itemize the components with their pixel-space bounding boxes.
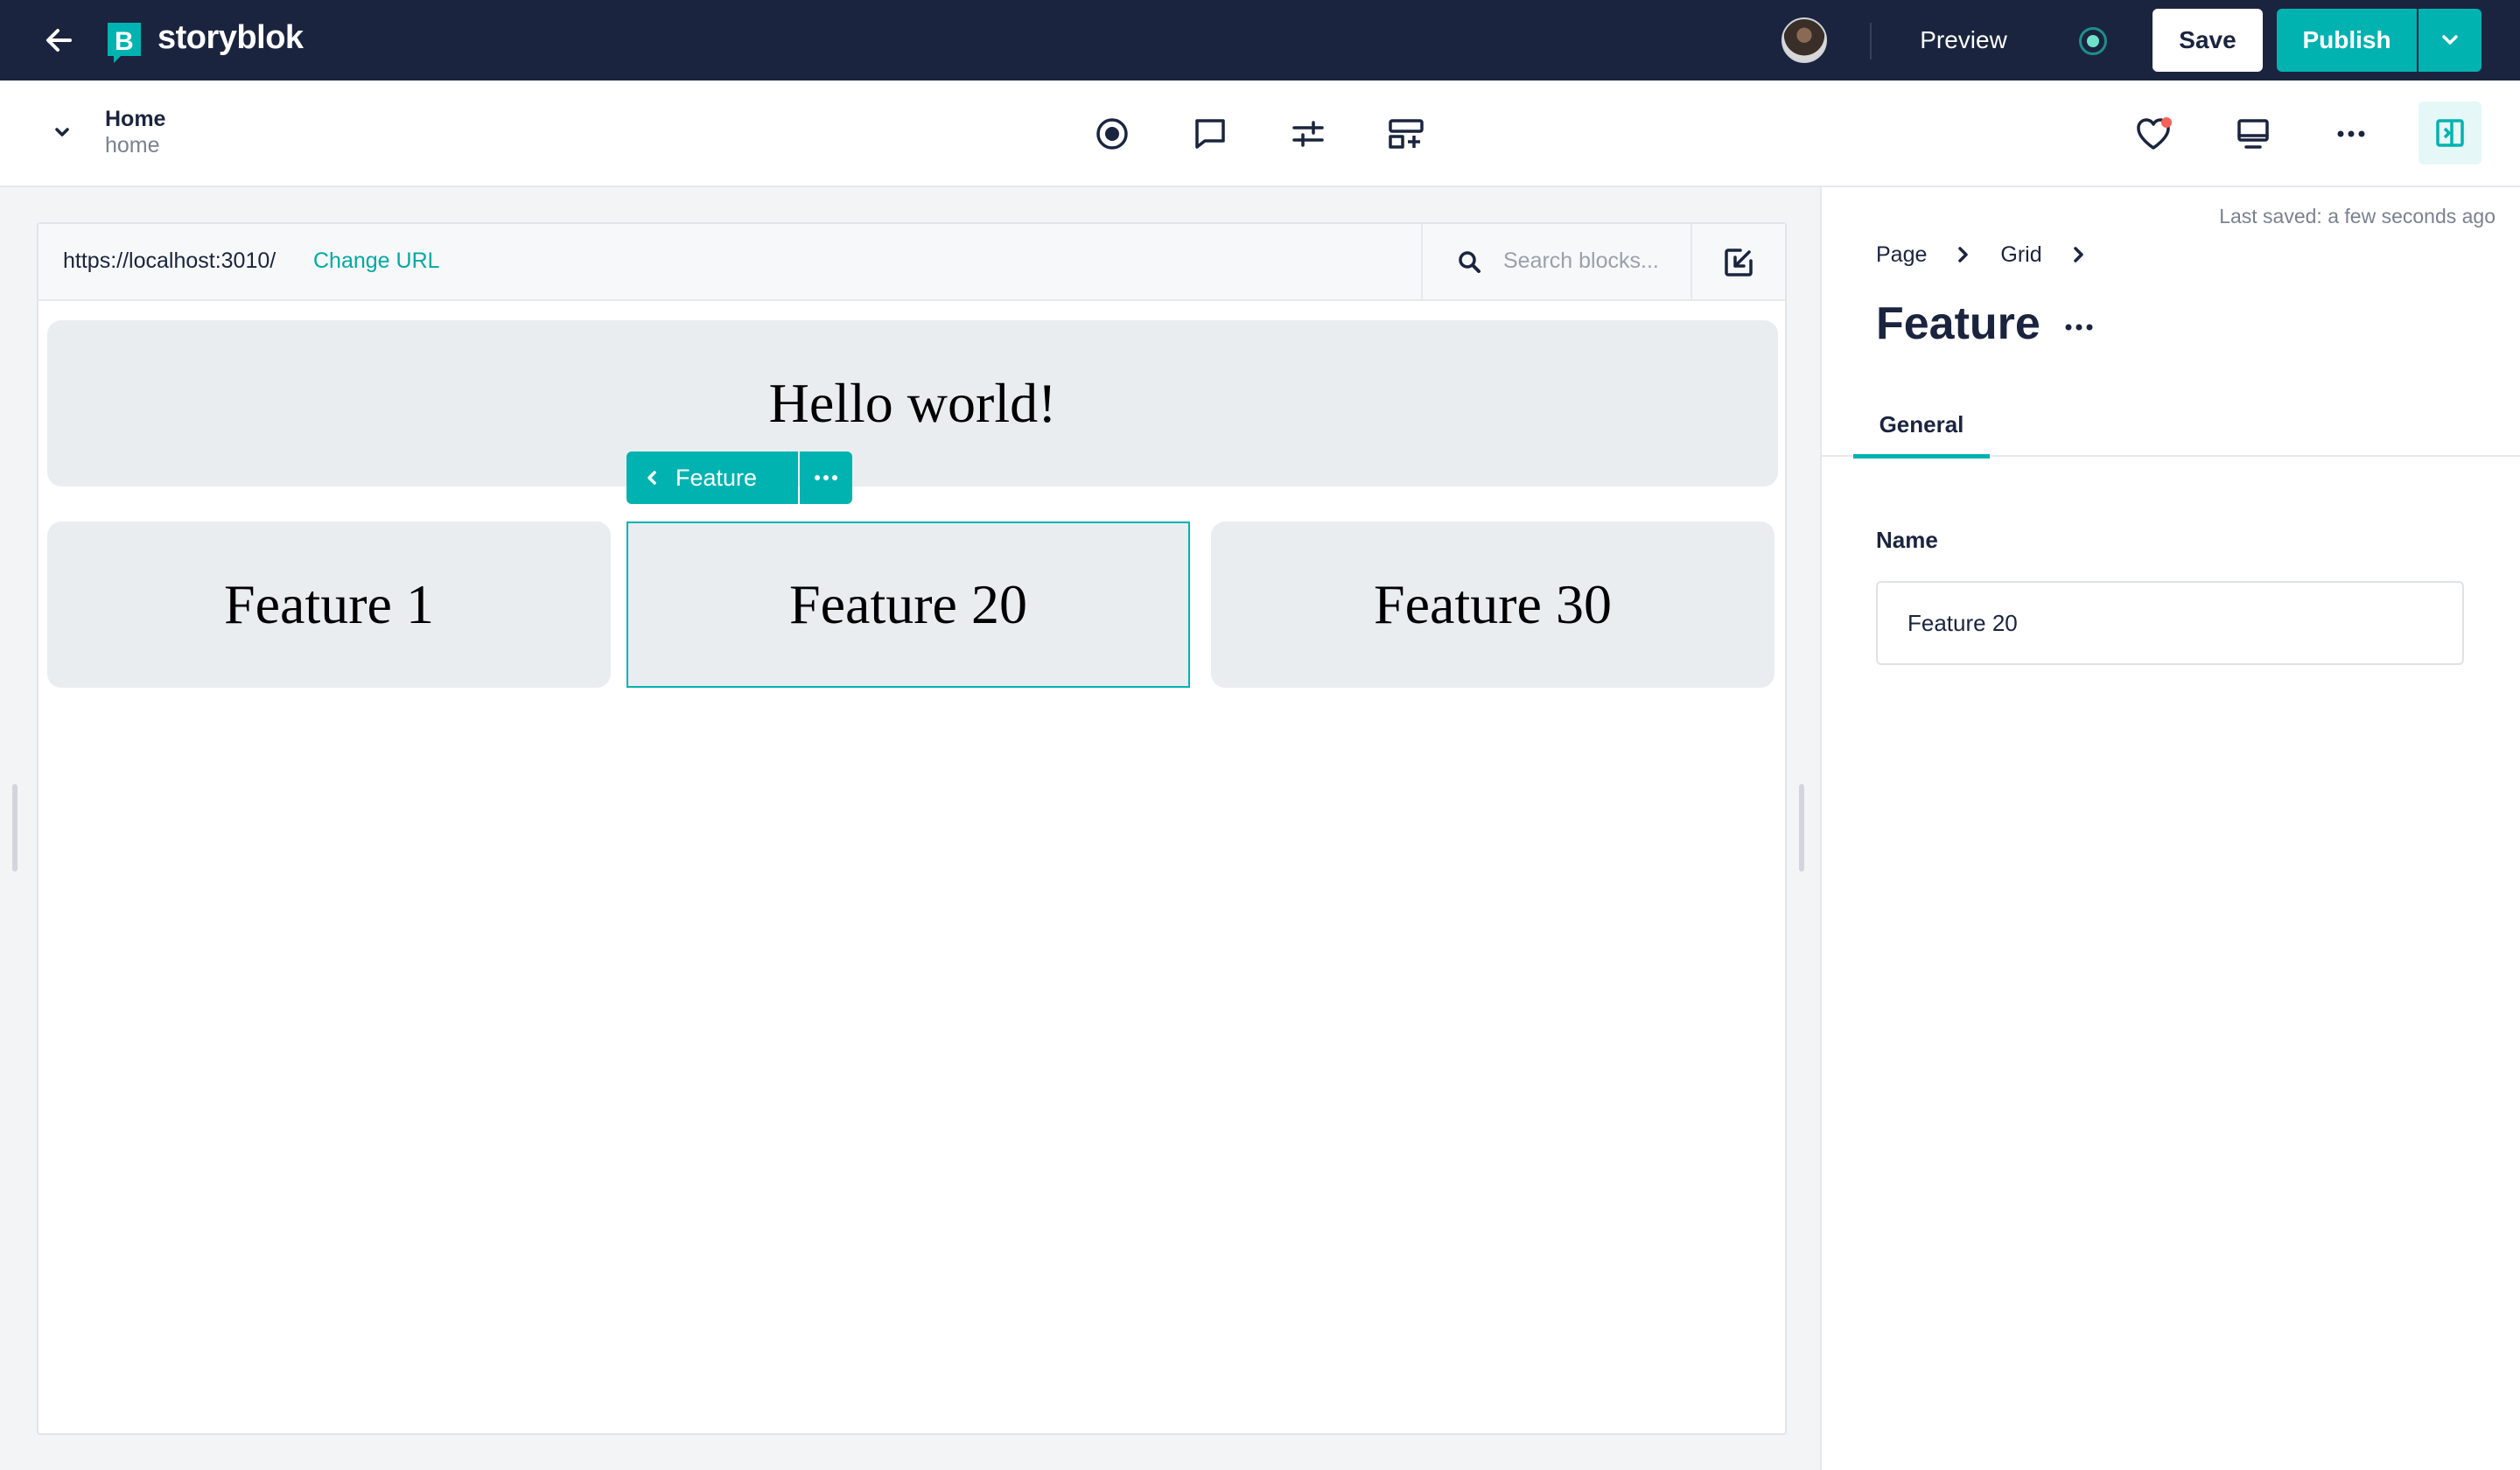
status-indicator-icon[interactable] xyxy=(2079,27,2107,55)
publish-button[interactable]: Publish xyxy=(2277,9,2417,72)
select-cursor-icon xyxy=(1725,248,1753,276)
publish-options-button[interactable] xyxy=(2418,9,2482,72)
hero-block[interactable]: Hello world! xyxy=(47,320,1778,486)
feature-title: Feature 20 xyxy=(789,573,1027,635)
chevron-down-icon[interactable] xyxy=(49,119,75,145)
select-block-button[interactable] xyxy=(1690,224,1785,301)
story-slug: home xyxy=(105,133,160,158)
more-icon xyxy=(815,475,837,480)
last-saved-text: Last saved: a few seconds ago xyxy=(2219,205,2496,228)
block-tag-label: Feature xyxy=(676,464,758,491)
visual-editor-icon[interactable] xyxy=(1090,112,1134,156)
search-icon xyxy=(1459,251,1480,273)
story-name[interactable]: Home xyxy=(105,107,165,132)
more-icon[interactable] xyxy=(2062,310,2096,345)
svg-text:B: B xyxy=(115,27,134,56)
desktop-preview-icon[interactable] xyxy=(2231,112,2275,156)
side-panel-icon[interactable] xyxy=(2418,102,2482,164)
chevron-down-icon xyxy=(2442,35,2458,45)
chevron-left-icon xyxy=(648,471,656,485)
logo-text: storyblok xyxy=(158,19,304,56)
block-more-button[interactable] xyxy=(800,452,852,504)
preview-frame: https://localhost:3010/ Change URL Searc… xyxy=(37,222,1787,1435)
name-field[interactable] xyxy=(1876,581,2464,665)
change-url-link[interactable]: Change URL xyxy=(313,248,440,274)
block-parent-button[interactable]: Feature xyxy=(626,452,798,504)
feature-block-3[interactable]: Feature 30 xyxy=(1211,522,1774,688)
breadcrumb: Page Grid xyxy=(1876,242,2116,268)
divider xyxy=(1870,23,1872,60)
url-bar: https://localhost:3010/ Change URL Searc… xyxy=(38,224,1785,301)
selected-block-tag: Feature xyxy=(626,452,852,504)
hero-title: Hello world! xyxy=(768,372,1057,434)
name-field-label: Name xyxy=(1876,527,1938,553)
resize-handle-left[interactable] xyxy=(12,784,18,872)
page-title: Feature xyxy=(1876,298,2040,349)
feature-block-1[interactable]: Feature 1 xyxy=(47,522,611,688)
more-icon[interactable] xyxy=(2329,112,2373,156)
user-avatar[interactable] xyxy=(1782,18,1827,63)
block-editor-panel: Last saved: a few seconds ago Page Grid … xyxy=(1820,187,2520,1470)
preview-button[interactable]: Preview xyxy=(1892,18,2035,63)
tab-general[interactable]: General xyxy=(1853,396,1990,458)
feature-title: Feature 30 xyxy=(1374,573,1612,635)
chevron-right-icon xyxy=(2073,247,2083,262)
story-toolbar: Home home xyxy=(0,80,2520,187)
breadcrumb-item-page[interactable]: Page xyxy=(1876,242,1927,268)
preview-url: https://localhost:3010/ xyxy=(63,248,276,273)
favorite-heart-icon[interactable] xyxy=(2133,112,2177,156)
breadcrumb-item-grid[interactable]: Grid xyxy=(2000,242,2041,268)
resize-handle-right[interactable] xyxy=(1799,784,1804,872)
search-input[interactable]: Search blocks... xyxy=(1503,248,1659,274)
top-bar: B storyblok Preview Save Publish xyxy=(0,0,2520,80)
feature-block-2[interactable]: Feature 20 xyxy=(626,522,1190,688)
save-button[interactable]: Save xyxy=(2152,9,2263,72)
add-block-icon[interactable] xyxy=(1384,112,1428,156)
block-search[interactable]: Search blocks... xyxy=(1421,224,1690,301)
comments-icon[interactable] xyxy=(1188,112,1232,156)
storyblok-logo-icon: B xyxy=(105,21,144,65)
back-arrow-icon[interactable] xyxy=(44,26,74,54)
chevron-right-icon xyxy=(1958,247,1969,262)
feature-title: Feature 1 xyxy=(224,573,434,635)
settings-sliders-icon[interactable] xyxy=(1286,112,1330,156)
